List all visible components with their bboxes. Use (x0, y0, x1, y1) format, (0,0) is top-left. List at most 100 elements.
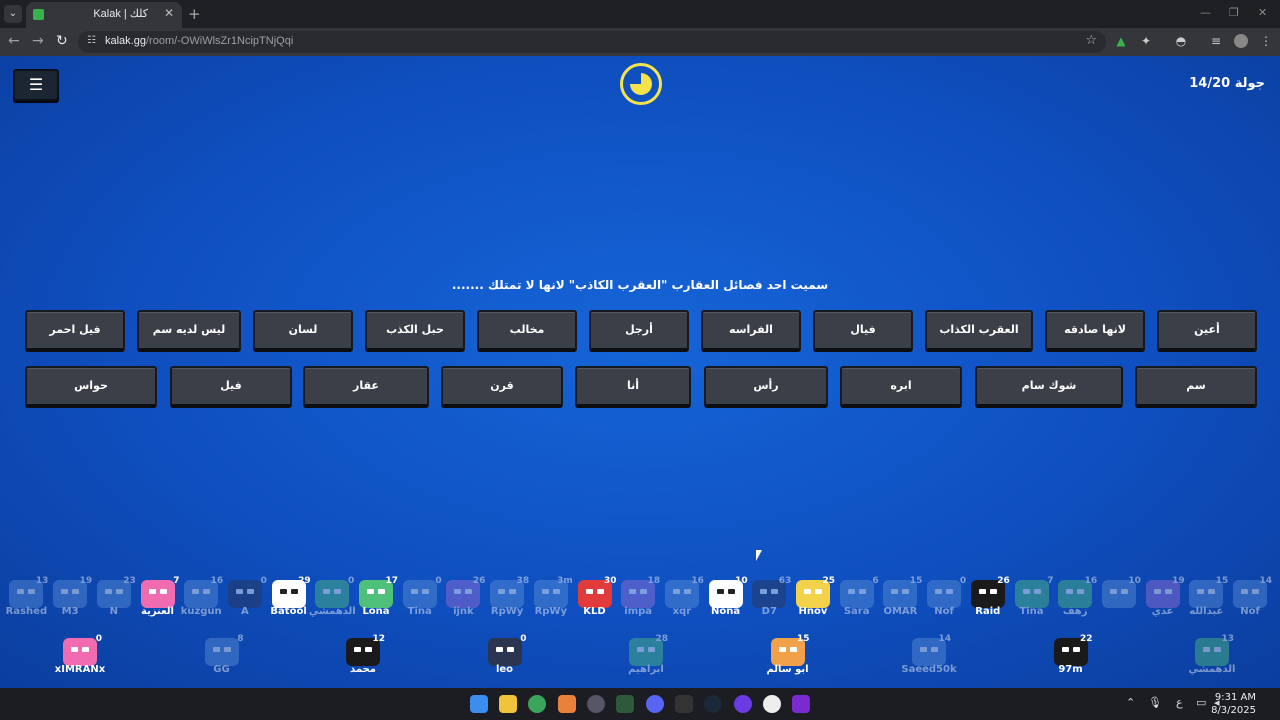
player-avatar (1014, 580, 1049, 608)
player-avatar (63, 638, 97, 666)
maximize-icon[interactable]: ❐ (1229, 6, 1239, 19)
browser-tab[interactable]: Kalak | كلك ✕ (26, 2, 182, 28)
network-icon[interactable]: ▭ (1196, 696, 1206, 709)
new-tab-icon[interactable]: + (188, 5, 201, 23)
avatar-eye (847, 589, 855, 594)
answer-option-button[interactable]: مخالب (477, 310, 577, 352)
profile-avatar[interactable] (1234, 34, 1248, 48)
active-app-icon[interactable] (587, 695, 605, 713)
answer-option-button[interactable]: لسان (253, 310, 353, 352)
answer-option-button[interactable]: ابره (840, 366, 962, 408)
player-score: 10 (735, 576, 748, 586)
avatar-eye (1197, 589, 1205, 594)
bookmark-star-icon[interactable]: ☆ (1085, 33, 1097, 48)
answer-option-button[interactable]: أنا (575, 366, 691, 408)
player-score: 7 (1047, 576, 1054, 586)
media-icon[interactable]: ≡ (1209, 34, 1223, 48)
tab-close-icon[interactable]: ✕ (164, 6, 174, 20)
player-score: 15 (796, 634, 810, 644)
answer-option-button[interactable]: فيال (813, 310, 913, 352)
avatar-eye (1022, 589, 1030, 594)
address-bar[interactable]: ☷ kalak.gg/room/-OWiWlsZr1NcipTNjQqi ☆ (78, 31, 1106, 53)
file-explorer-icon[interactable] (499, 695, 517, 713)
app3-icon[interactable] (734, 695, 752, 713)
player-score: 12 (372, 634, 385, 644)
answer-option-button[interactable]: سم (1135, 366, 1257, 408)
avatar-eye (192, 589, 200, 594)
site-info-icon[interactable]: ☷ (87, 35, 96, 46)
chrome-icon[interactable] (528, 695, 546, 713)
avatar-eye (495, 647, 503, 652)
tab-search-icon[interactable]: ⌄ (4, 5, 22, 23)
player-score: 26 (472, 576, 486, 586)
answer-option-button[interactable]: حواس (25, 366, 157, 408)
answer-option-button[interactable]: رأس (704, 366, 828, 408)
player-name: GG (213, 664, 230, 675)
player-card: 15 ابو سالم (766, 634, 810, 682)
avatar-eye (1066, 589, 1074, 594)
player-score: 63 (778, 576, 792, 586)
player-name: ابراهيم (628, 664, 664, 675)
answer-option-button[interactable]: العقرب الكذاب (925, 310, 1033, 352)
player-score: 23 (123, 576, 136, 586)
answer-option-button[interactable]: عقار (303, 366, 429, 408)
player-score: 38 (516, 576, 530, 586)
taskbar-clock[interactable]: 9:31 AM 8/3/2025 (1211, 691, 1256, 717)
answer-option-button[interactable]: شوك سام (975, 366, 1123, 408)
answer-option-button[interactable]: فيل (170, 366, 292, 408)
player-card: 0 xIMRANx (55, 634, 105, 682)
avatar-eye (1164, 589, 1172, 594)
app4-icon[interactable] (763, 695, 781, 713)
extension-icon[interactable]: ▲ (1114, 34, 1128, 48)
answer-option-button[interactable]: ليس لديه سم (137, 310, 241, 352)
nzxt-icon[interactable] (792, 695, 810, 713)
player-score: 25 (822, 576, 835, 586)
minimize-icon[interactable]: — (1200, 6, 1211, 19)
app2-icon[interactable] (675, 695, 693, 713)
answer-option-button[interactable]: أرجل (589, 310, 689, 352)
answer-option-button[interactable]: أعين (1157, 310, 1257, 352)
player-card: 14 Saeed50k (901, 634, 956, 682)
player-avatar (315, 580, 350, 608)
back-icon[interactable]: ← (8, 33, 20, 49)
player-name: Saeed50k (901, 664, 957, 675)
answer-option-button[interactable]: فيل احمر (25, 310, 125, 352)
forward-icon[interactable]: → (32, 33, 44, 49)
round-timer (620, 63, 662, 105)
answer-option-button[interactable]: قرن (441, 366, 563, 408)
avatar-eye (82, 647, 89, 652)
app-icon[interactable] (558, 695, 576, 713)
start-icon[interactable] (470, 695, 488, 713)
discord-icon[interactable] (646, 695, 664, 713)
close-window-icon[interactable]: ✕ (1258, 6, 1267, 19)
avatar-eye (212, 647, 220, 652)
avatar-eye (61, 589, 69, 594)
avatar-eye (1252, 589, 1259, 594)
answer-option-button[interactable]: حبل الكذب (365, 310, 465, 352)
player-score: 7 (173, 576, 180, 586)
answer-option-button[interactable]: لانها صادقه (1045, 310, 1145, 352)
clock-date: 8/3/2025 (1211, 705, 1256, 716)
mic-icon[interactable]: 🎙 (1148, 696, 1162, 709)
avatar-eye (354, 647, 361, 652)
avatar-eye (789, 647, 797, 652)
terminal-icon[interactable] (616, 695, 634, 713)
avatar-eye (815, 589, 822, 594)
player-score: 22 (1079, 634, 1093, 644)
answer-option-button[interactable]: الفراسه (701, 310, 801, 352)
extensions-puzzle-icon[interactable]: ✦ (1139, 34, 1153, 48)
browser-menu-icon[interactable]: ⋮ (1259, 34, 1273, 48)
avatar-eye (104, 589, 112, 594)
clock-time: 9:31 AM (1214, 692, 1256, 703)
steam-icon[interactable] (704, 695, 722, 713)
incognito-icon[interactable]: ◓ (1174, 34, 1188, 48)
reload-icon[interactable]: ↻ (56, 33, 68, 49)
player-avatar (839, 580, 874, 608)
player-name: الدهمشي (1188, 664, 1236, 675)
avatar-eye (465, 589, 473, 594)
avatar-eye (1033, 589, 1041, 594)
tray-chevron-icon[interactable]: ⌃ (1126, 696, 1135, 709)
hamburger-menu-button[interactable]: ☰ (13, 69, 59, 101)
language-indicator[interactable]: ع (1176, 696, 1183, 709)
avatar-eye (71, 647, 78, 652)
